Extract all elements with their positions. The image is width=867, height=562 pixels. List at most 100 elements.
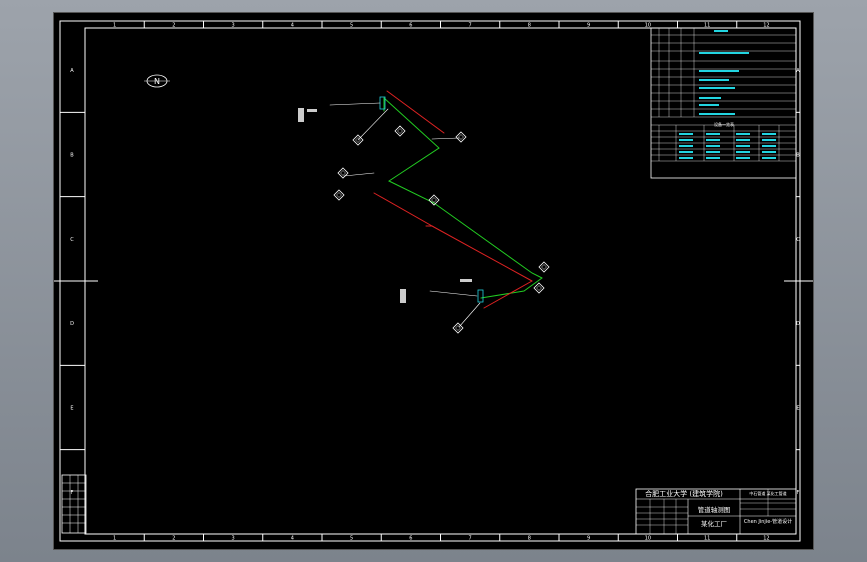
pipe-line-main <box>383 97 543 279</box>
north-label: N <box>154 77 160 86</box>
equipment-table-entry <box>706 157 720 159</box>
diamond-marker-inner <box>541 264 547 270</box>
column-label: 2 <box>172 23 175 29</box>
north-arrow: N <box>144 74 170 88</box>
row-label: A <box>70 68 74 74</box>
row-label: E <box>70 406 73 412</box>
leader-5 <box>343 172 375 177</box>
slope-line-3 <box>431 225 533 282</box>
equipment-table-entry <box>736 157 750 159</box>
column-labels: 112233445566778899101011111212 <box>113 23 770 542</box>
leader-6 <box>458 302 481 328</box>
equipment-table-entry <box>699 52 749 54</box>
column-label: 5 <box>350 536 353 542</box>
outer-frame <box>59 20 801 542</box>
column-label: 9 <box>587 23 590 29</box>
title-school: 合肥工业大学 (建筑学院) <box>645 489 723 498</box>
equipment-table-title: 设备一览表 <box>714 121 734 127</box>
pipe-isometric <box>298 90 543 328</box>
column-label: 5 <box>350 23 353 29</box>
cad-drawing: 112233445566778899101011111212 A AB BC CD DE… <box>54 20 813 542</box>
equipment-table-entry <box>699 70 739 72</box>
diamond-marker-inner <box>336 192 342 198</box>
leader-4 <box>431 137 460 140</box>
column-label: 1 <box>113 23 116 29</box>
column-label: 7 <box>469 23 472 29</box>
pipe-line-end <box>480 277 543 299</box>
column-label: 2 <box>172 536 175 542</box>
equipment-table: 设备一览表 <box>650 27 797 179</box>
title-right-top: 中石管道 某化工管道 <box>749 490 786 496</box>
column-label: 4 <box>291 23 294 29</box>
tag-block-2 <box>400 289 406 303</box>
equipment-table-entry <box>762 151 776 153</box>
diamond-marker-icon <box>455 131 467 143</box>
equipment-table-entry <box>706 133 720 135</box>
leader-2 <box>429 290 478 297</box>
slope-line-4 <box>483 280 533 309</box>
diamond-marker-icon <box>337 167 349 179</box>
diamond-marker-icon <box>533 282 545 294</box>
equipment-table-entry <box>699 113 735 115</box>
row-label: C <box>70 237 74 243</box>
column-label: 11 <box>704 536 710 542</box>
tag-block-3 <box>307 109 317 112</box>
row-label: F <box>797 490 800 496</box>
column-label: 7 <box>469 536 472 542</box>
title-right-mid: Chen Jinjie-管道设计 <box>744 518 792 525</box>
column-label: 6 <box>409 536 412 542</box>
diamond-markers <box>333 125 550 334</box>
equipment-table-entry <box>714 30 728 32</box>
equipment-table-entry <box>679 139 693 141</box>
row-label: A <box>796 68 800 74</box>
row-label: D <box>796 321 800 327</box>
diamond-marker-inner <box>340 170 346 176</box>
cad-viewport[interactable]: 1 1 2 2 3 3 4 4 5 5 6 6 7 7 8 8 9 9 10 10 11 11 12 12 AABBCCDDE… <box>54 13 813 549</box>
diamond-marker-inner <box>458 134 464 140</box>
equipment-table-entry <box>706 139 720 141</box>
diamond-marker-inner <box>397 128 403 134</box>
equipment-table-entry <box>679 157 693 159</box>
column-label: 10 <box>645 536 651 542</box>
column-label: 3 <box>232 23 235 29</box>
equipment-table-entry <box>762 133 776 135</box>
equipment-table-entry <box>762 139 776 141</box>
equipment-table-entry <box>706 151 720 153</box>
row-labels: A A B B C C D D E E F F <box>70 68 800 496</box>
equipment-table-entry <box>679 133 693 135</box>
inner-frame <box>84 27 797 535</box>
title-drawing-name-2: 某化工厂 <box>701 519 728 528</box>
row-label: C <box>796 237 800 243</box>
equipment-table-entry <box>679 145 693 147</box>
leader-3 <box>357 108 389 141</box>
equipment-table-entry <box>699 79 729 81</box>
tag-block-1 <box>298 108 304 122</box>
column-label: 8 <box>528 23 531 29</box>
row-label: D <box>70 321 74 327</box>
column-label: 12 <box>763 536 769 542</box>
row-label: B <box>70 153 74 159</box>
equipment-table-entry <box>736 133 750 135</box>
row-label: B <box>796 153 800 159</box>
column-label: 4 <box>291 536 294 542</box>
equipment-table-entry <box>679 151 693 153</box>
equipment-table-entry <box>736 145 750 147</box>
equipment-table-entry <box>699 87 735 89</box>
equipment-table-entry <box>762 157 776 159</box>
column-label: 8 <box>528 536 531 542</box>
row-label: E <box>796 406 799 412</box>
equipment-table-entry <box>706 145 720 147</box>
title-drawing-name-1: 管道轴测图 <box>698 505 731 514</box>
equipment-table-entry <box>736 139 750 141</box>
equipment-table-entry <box>699 97 721 99</box>
column-ticks <box>143 21 738 541</box>
diamond-marker-inner <box>536 285 542 291</box>
diamond-marker-icon <box>394 125 406 137</box>
column-label: 1 <box>113 536 116 542</box>
diamond-marker-icon <box>333 189 345 201</box>
row-label: F <box>71 490 74 496</box>
title-block: 合肥工业大学 (建筑学院) 管道轴测图 某化工厂 中石管道 某化工管道 Chen… <box>635 488 797 535</box>
column-label: 6 <box>409 23 412 29</box>
equipment-table-entry <box>699 104 719 106</box>
revision-table <box>61 474 87 534</box>
